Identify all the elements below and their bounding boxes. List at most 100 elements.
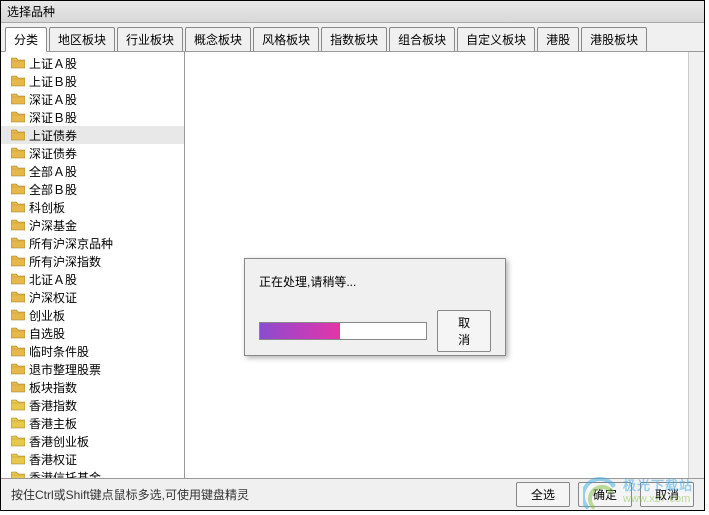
folder-icon — [11, 75, 25, 87]
tab-2[interactable]: 行业板块 — [117, 27, 183, 51]
folder-icon — [11, 435, 25, 447]
tab-label: 概念板块 — [194, 33, 242, 47]
tab-label: 自定义板块 — [466, 33, 526, 47]
tab-7[interactable]: 自定义板块 — [457, 27, 535, 51]
folder-icon — [11, 327, 25, 339]
tree-item-label: 上证Ｂ股 — [29, 73, 77, 90]
tab-9[interactable]: 港股板块 — [581, 27, 647, 51]
tree-item[interactable]: 香港主板 — [1, 414, 184, 432]
tab-8[interactable]: 港股 — [537, 27, 579, 51]
tab-label: 港股板块 — [590, 33, 638, 47]
footer-bar: 按住Ctrl或Shift键点鼠标多选,可使用键盘精灵 全选 确定 取消 — [1, 478, 704, 510]
tree-item[interactable]: 自选股 — [1, 324, 184, 342]
tree-item[interactable]: 板块指数 — [1, 378, 184, 396]
tree-item-label: 板块指数 — [29, 379, 77, 396]
folder-icon — [11, 291, 25, 303]
folder-icon — [11, 381, 25, 393]
folder-icon — [11, 345, 25, 357]
tree-item[interactable]: 所有沪深指数 — [1, 252, 184, 270]
tree-item[interactable]: 退市整理股票 — [1, 360, 184, 378]
folder-icon — [11, 111, 25, 123]
tree-item[interactable]: 北证Ａ股 — [1, 270, 184, 288]
footer-hint-text: 按住Ctrl或Shift键点鼠标多选,可使用键盘精灵 — [11, 486, 508, 503]
tab-0[interactable]: 分类 — [5, 27, 47, 52]
folder-icon — [11, 237, 25, 249]
tab-6[interactable]: 组合板块 — [389, 27, 455, 51]
tree-item-label: 香港主板 — [29, 415, 77, 432]
folder-icon — [11, 417, 25, 429]
tab-4[interactable]: 风格板块 — [253, 27, 319, 51]
tree-item[interactable]: 沪深权证 — [1, 288, 184, 306]
tree-item-label: 香港权证 — [29, 451, 77, 468]
tree-item[interactable]: 全部Ａ股 — [1, 162, 184, 180]
tree-item[interactable]: 全部Ｂ股 — [1, 180, 184, 198]
category-tree-panel[interactable]: 上证Ａ股上证Ｂ股深证Ａ股深证Ｂ股上证债券深证债券全部Ａ股全部Ｂ股科创板沪深基金所… — [1, 52, 185, 478]
tab-5[interactable]: 指数板块 — [321, 27, 387, 51]
folder-icon — [11, 165, 25, 177]
tree-item[interactable]: 上证Ａ股 — [1, 54, 184, 72]
tree-item-label: 香港创业板 — [29, 433, 89, 450]
tree-item[interactable]: 科创板 — [1, 198, 184, 216]
window-title: 选择品种 — [7, 3, 55, 20]
tab-label: 分类 — [14, 33, 38, 47]
tree-item[interactable]: 上证债券 — [1, 126, 184, 144]
tree-item[interactable]: 临时条件股 — [1, 342, 184, 360]
tree-item-label: 沪深基金 — [29, 217, 77, 234]
titlebar: 选择品种 — [1, 1, 704, 23]
folder-icon — [11, 93, 25, 105]
tree-item[interactable]: 沪深基金 — [1, 216, 184, 234]
progress-row: 取消 — [259, 310, 491, 352]
tree-item-label: 深证Ｂ股 — [29, 109, 77, 126]
tree-item-label: 自选股 — [29, 325, 65, 342]
cancel-button[interactable]: 取消 — [640, 482, 694, 507]
tab-3[interactable]: 概念板块 — [185, 27, 251, 51]
tree-item[interactable]: 上证Ｂ股 — [1, 72, 184, 90]
ok-button[interactable]: 确定 — [578, 482, 632, 507]
tree-item[interactable]: 深证Ａ股 — [1, 90, 184, 108]
folder-icon — [11, 471, 25, 478]
tree-item-label: 创业板 — [29, 307, 65, 324]
tree-item-label: 香港信托基金 — [29, 469, 101, 479]
folder-icon — [11, 147, 25, 159]
folder-icon — [11, 219, 25, 231]
tab-label: 行业板块 — [126, 33, 174, 47]
tab-label: 地区板块 — [58, 33, 106, 47]
folder-icon — [11, 363, 25, 375]
tab-label: 港股 — [546, 33, 570, 47]
progress-cancel-button[interactable]: 取消 — [437, 310, 491, 352]
tab-1[interactable]: 地区板块 — [49, 27, 115, 51]
folder-icon — [11, 57, 25, 69]
tab-label: 组合板块 — [398, 33, 446, 47]
tree-item-label: 上证Ａ股 — [29, 55, 77, 72]
tree-item[interactable]: 深证Ｂ股 — [1, 108, 184, 126]
tree-item-label: 全部Ｂ股 — [29, 181, 77, 198]
tree-item[interactable]: 香港创业板 — [1, 432, 184, 450]
folder-icon — [11, 309, 25, 321]
tab-label: 风格板块 — [262, 33, 310, 47]
tree-item-label: 沪深权证 — [29, 289, 77, 306]
tree-item[interactable]: 所有沪深京品种 — [1, 234, 184, 252]
tree-item[interactable]: 香港指数 — [1, 396, 184, 414]
tree-item-label: 深证债券 — [29, 145, 77, 162]
progress-message: 正在处理,请稍等... — [259, 273, 491, 290]
folder-icon — [11, 453, 25, 465]
tree-item[interactable]: 深证债券 — [1, 144, 184, 162]
folder-icon — [11, 399, 25, 411]
tree-item-label: 北证Ａ股 — [29, 271, 77, 288]
progress-bar — [259, 322, 427, 340]
tree-item-label: 退市整理股票 — [29, 361, 101, 378]
folder-icon — [11, 183, 25, 195]
tree-item-label: 上证债券 — [29, 127, 77, 144]
tree-item[interactable]: 创业板 — [1, 306, 184, 324]
tree-item-label: 全部Ａ股 — [29, 163, 77, 180]
tree-item-label: 所有沪深指数 — [29, 253, 101, 270]
tree-item[interactable]: 香港权证 — [1, 450, 184, 468]
tree-item-label: 科创板 — [29, 199, 65, 216]
vertical-scrollbar[interactable] — [688, 52, 704, 478]
select-all-button[interactable]: 全选 — [516, 482, 570, 507]
tree-item[interactable]: 香港信托基金 — [1, 468, 184, 478]
tree-item-label: 所有沪深京品种 — [29, 235, 113, 252]
tree-item-label: 香港指数 — [29, 397, 77, 414]
tree-item-label: 临时条件股 — [29, 343, 89, 360]
tab-label: 指数板块 — [330, 33, 378, 47]
